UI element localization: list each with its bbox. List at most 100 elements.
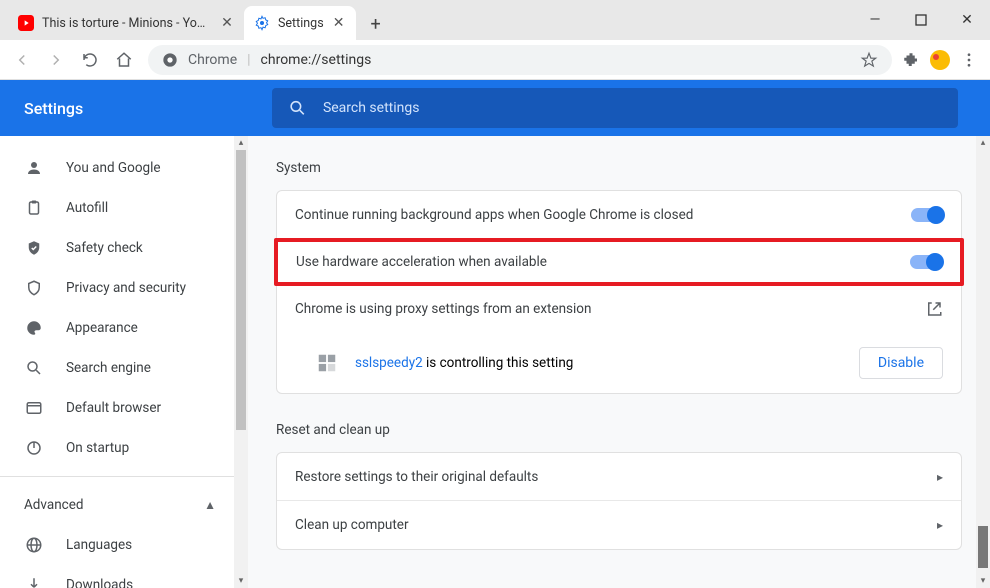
sidebar-item-label: Search engine bbox=[66, 360, 151, 376]
sidebar-item-you-and-google[interactable]: You and Google bbox=[0, 148, 248, 188]
star-icon[interactable] bbox=[860, 51, 878, 69]
sidebar-item-downloads[interactable]: Downloads bbox=[0, 565, 248, 588]
power-icon bbox=[24, 438, 44, 458]
divider: | bbox=[247, 52, 250, 68]
sidebar-item-privacy[interactable]: Privacy and security bbox=[0, 268, 248, 308]
close-window-button[interactable]: ✕ bbox=[944, 0, 990, 40]
extension-icon bbox=[315, 351, 339, 375]
row-label: Restore settings to their original defau… bbox=[295, 469, 937, 485]
sidebar-item-label: Default browser bbox=[66, 400, 161, 416]
extension-suffix: is controlling this setting bbox=[423, 355, 574, 371]
settings-content: System Continue running background apps … bbox=[248, 136, 990, 588]
toggle-knob bbox=[927, 206, 945, 224]
disable-button[interactable]: Disable bbox=[859, 347, 943, 379]
settings-search[interactable] bbox=[272, 88, 958, 128]
scrollbar-thumb[interactable] bbox=[236, 150, 246, 430]
toggle-background-apps[interactable] bbox=[911, 208, 943, 222]
reset-card: Restore settings to their original defau… bbox=[276, 452, 962, 550]
extensions-icon[interactable] bbox=[902, 51, 920, 69]
settings-main: You and Google Autofill Safety check Pri… bbox=[0, 136, 990, 588]
toolbar-right bbox=[902, 50, 982, 70]
search-icon bbox=[288, 98, 307, 118]
new-tab-button[interactable]: + bbox=[362, 10, 390, 38]
search-icon bbox=[24, 358, 44, 378]
palette-icon bbox=[24, 318, 44, 338]
download-icon bbox=[24, 575, 44, 588]
extension-text: sslspeedy2 is controlling this setting bbox=[355, 355, 573, 371]
sidebar-scrollbar[interactable]: ▴ ▾ bbox=[234, 136, 248, 588]
tab-title: Settings bbox=[278, 16, 324, 31]
sidebar-item-label: Safety check bbox=[66, 240, 143, 256]
scroll-up-icon[interactable]: ▴ bbox=[976, 136, 990, 150]
scrollbar-thumb[interactable] bbox=[978, 526, 988, 568]
omnibox-url: chrome://settings bbox=[261, 52, 372, 68]
chevron-up-icon: ▲ bbox=[204, 498, 216, 512]
page-title: Settings bbox=[24, 99, 272, 118]
search-input[interactable] bbox=[323, 100, 942, 116]
url-bar: Chrome | chrome://settings bbox=[0, 40, 990, 80]
section-title-system: System bbox=[276, 160, 962, 176]
launch-icon bbox=[925, 300, 943, 318]
reload-button[interactable] bbox=[76, 46, 104, 74]
sidebar-item-languages[interactable]: Languages bbox=[0, 525, 248, 565]
sidebar-item-label: Privacy and security bbox=[66, 280, 186, 296]
content-scrollbar[interactable]: ▴ ▾ bbox=[976, 136, 990, 588]
toggle-hardware-acceleration[interactable] bbox=[910, 255, 942, 269]
sidebar-item-label: You and Google bbox=[66, 160, 161, 176]
youtube-icon bbox=[18, 15, 34, 31]
row-hardware-acceleration: Use hardware acceleration when available bbox=[274, 238, 964, 286]
address-bar[interactable]: Chrome | chrome://settings bbox=[148, 45, 892, 75]
shield-icon bbox=[24, 278, 44, 298]
scroll-down-icon[interactable]: ▾ bbox=[976, 574, 990, 588]
divider bbox=[0, 476, 248, 477]
section-title-reset: Reset and clean up bbox=[276, 422, 962, 438]
row-clean-up[interactable]: Clean up computer ▸ bbox=[277, 501, 961, 549]
scroll-up-icon[interactable]: ▴ bbox=[234, 136, 248, 150]
sidebar-advanced-label: Advanced bbox=[24, 497, 84, 513]
sidebar-item-label: Autofill bbox=[66, 200, 108, 216]
row-label: Use hardware acceleration when available bbox=[296, 254, 910, 270]
minimize-button[interactable]: — bbox=[852, 0, 898, 40]
person-icon bbox=[24, 158, 44, 178]
browser-titlebar: This is torture - Minions - YouTu ✕ Sett… bbox=[0, 0, 990, 40]
sidebar-item-default-browser[interactable]: Default browser bbox=[0, 388, 248, 428]
sidebar-item-autofill[interactable]: Autofill bbox=[0, 188, 248, 228]
clipboard-icon bbox=[24, 198, 44, 218]
sidebar-advanced[interactable]: Advanced ▲ bbox=[0, 485, 248, 525]
tab-settings[interactable]: Settings ✕ bbox=[244, 6, 356, 40]
settings-header: Settings bbox=[0, 80, 990, 136]
omnibox-chrome-label: Chrome bbox=[188, 52, 237, 68]
tab-youtube[interactable]: This is torture - Minions - YouTu ✕ bbox=[8, 6, 244, 40]
sidebar-item-on-startup[interactable]: On startup bbox=[0, 428, 248, 468]
sidebar-item-label: On startup bbox=[66, 440, 129, 456]
sidebar-item-appearance[interactable]: Appearance bbox=[0, 308, 248, 348]
chevron-right-icon: ▸ bbox=[937, 518, 943, 532]
scroll-down-icon[interactable]: ▾ bbox=[234, 574, 248, 588]
extension-link[interactable]: sslspeedy2 bbox=[355, 355, 423, 371]
home-button[interactable] bbox=[110, 46, 138, 74]
row-label: Clean up computer bbox=[295, 517, 937, 533]
forward-button[interactable] bbox=[42, 46, 70, 74]
close-icon[interactable]: ✕ bbox=[332, 16, 346, 30]
close-icon[interactable]: ✕ bbox=[220, 16, 234, 30]
chevron-right-icon: ▸ bbox=[937, 470, 943, 484]
back-button[interactable] bbox=[8, 46, 36, 74]
maximize-button[interactable] bbox=[898, 0, 944, 40]
sidebar-item-label: Languages bbox=[66, 537, 132, 553]
menu-icon[interactable] bbox=[960, 51, 978, 69]
row-proxy-settings[interactable]: Chrome is using proxy settings from an e… bbox=[277, 285, 961, 333]
window-controls: — ✕ bbox=[852, 0, 990, 40]
sidebar: You and Google Autofill Safety check Pri… bbox=[0, 136, 248, 588]
row-restore-defaults[interactable]: Restore settings to their original defau… bbox=[277, 453, 961, 501]
profile-avatar[interactable] bbox=[930, 50, 950, 70]
sidebar-item-label: Downloads bbox=[66, 577, 133, 588]
row-extension-controlling: sslspeedy2 is controlling this setting D… bbox=[277, 333, 961, 393]
system-card: Continue running background apps when Go… bbox=[276, 190, 962, 394]
sidebar-item-label: Appearance bbox=[66, 320, 138, 336]
sidebar-item-search-engine[interactable]: Search engine bbox=[0, 348, 248, 388]
globe-icon bbox=[24, 535, 44, 555]
browser-icon bbox=[24, 398, 44, 418]
shield-check-icon bbox=[24, 238, 44, 258]
gear-icon bbox=[254, 15, 270, 31]
sidebar-item-safety-check[interactable]: Safety check bbox=[0, 228, 248, 268]
